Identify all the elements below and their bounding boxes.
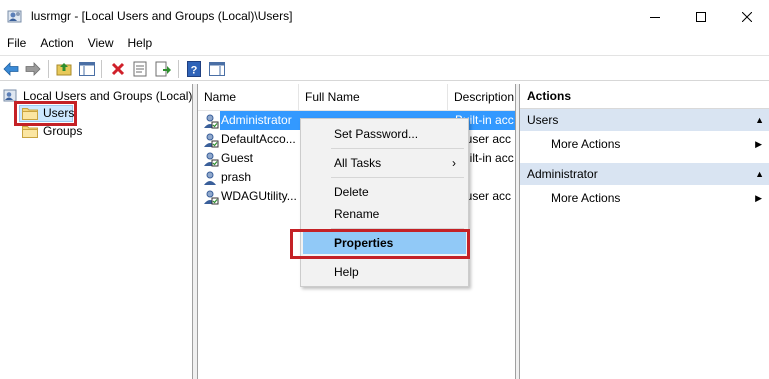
menu-item-label: All Tasks [334,156,382,170]
close-button[interactable] [724,0,769,33]
export-icon [155,61,171,77]
action-pane-button[interactable] [208,60,226,78]
properties-callout-box [290,229,470,259]
menu-bar: File Action View Help [0,33,769,53]
menu-action[interactable]: Action [33,33,80,53]
menu-item-help[interactable]: Help [303,261,466,283]
collapse-arrow-icon[interactable]: ▲ [755,163,764,185]
up-folder-icon [56,63,72,76]
forward-button[interactable] [24,60,42,78]
maximize-button[interactable] [678,0,724,33]
actions-group-users[interactable]: Users ▲ [520,109,769,131]
user-icon [203,189,219,205]
row-name: prash [221,170,252,184]
submenu-arrow-icon: ▶ [755,193,762,203]
menu-help[interactable]: Help [121,33,160,53]
column-header-full-name[interactable]: Full Name [299,84,448,111]
row-name: Guest [221,151,254,165]
maximize-icon [696,11,706,22]
show-hide-tree-button[interactable] [78,60,96,78]
submenu-arrow-icon: › [452,156,456,170]
toolbar: ? [0,55,769,81]
menu-item-delete[interactable]: Delete [303,181,466,203]
actions-group-label: Users [527,113,559,127]
show-hide-tree-icon [79,62,95,76]
tree-item-groups-label: Groups [43,124,83,138]
menu-view[interactable]: View [81,33,121,53]
row-name: Administrator [221,113,292,127]
actions-group-administrator[interactable]: Administrator ▲ [520,163,769,185]
delete-button[interactable] [109,60,127,78]
context-menu: Set Password... All Tasks › Delete Renam… [300,118,469,287]
actions-more-actions-users[interactable]: More Actions ▶ [520,133,769,155]
svg-text:?: ? [191,65,198,77]
properties-button[interactable] [131,60,149,78]
user-icon [203,132,219,148]
title-bar: lusrmgr - [Local Users and Groups (Local… [0,0,769,33]
properties-icon [133,61,147,77]
actions-item-label: More Actions [551,191,621,205]
row-name: WDAGUtility... [221,189,297,203]
forward-arrow-icon [25,62,41,76]
row-name: DefaultAcco... [221,132,296,146]
back-button[interactable] [2,60,20,78]
menu-separator [331,177,464,178]
toolbar-separator [101,60,102,78]
up-one-level-button[interactable] [55,60,73,78]
menu-file[interactable]: File [0,33,33,53]
collapse-arrow-icon[interactable]: ▲ [755,109,764,131]
user-icon [203,170,219,186]
menu-separator [331,148,464,149]
column-header-name[interactable]: Name [198,84,299,111]
toolbar-separator [178,60,179,78]
help-icon: ? [187,61,201,77]
actions-title: Actions [520,84,769,109]
toolbar-separator [48,60,49,78]
menu-item-all-tasks[interactable]: All Tasks › [303,152,466,174]
action-pane-icon [209,62,225,76]
list-header: Name Full Name Description [198,84,515,111]
actions-more-actions-administrator[interactable]: More Actions ▶ [520,187,769,209]
export-list-button[interactable] [154,60,172,78]
submenu-arrow-icon: ▶ [755,139,762,149]
minimize-icon [650,16,660,18]
actions-item-label: More Actions [551,137,621,151]
user-icon [203,113,219,129]
users-console-icon [7,8,24,24]
actions-group-label: Administrator [527,167,598,181]
minimize-button[interactable] [632,0,678,33]
menu-item-rename[interactable]: Rename [303,203,466,225]
back-arrow-icon [3,62,19,76]
user-icon [203,151,219,167]
help-button[interactable]: ? [185,60,203,78]
folder-icon [22,125,38,138]
tree-item-groups[interactable]: Groups [22,124,82,138]
close-icon [742,11,752,22]
users-callout-box [14,101,77,126]
column-header-description[interactable]: Description [448,84,515,111]
menu-item-set-password[interactable]: Set Password... [303,123,466,145]
window-title: lusrmgr - [Local Users and Groups (Local… [31,9,293,23]
actions-pane: Actions Users ▲ More Actions ▶ Administr… [519,84,769,379]
delete-icon [111,62,125,76]
